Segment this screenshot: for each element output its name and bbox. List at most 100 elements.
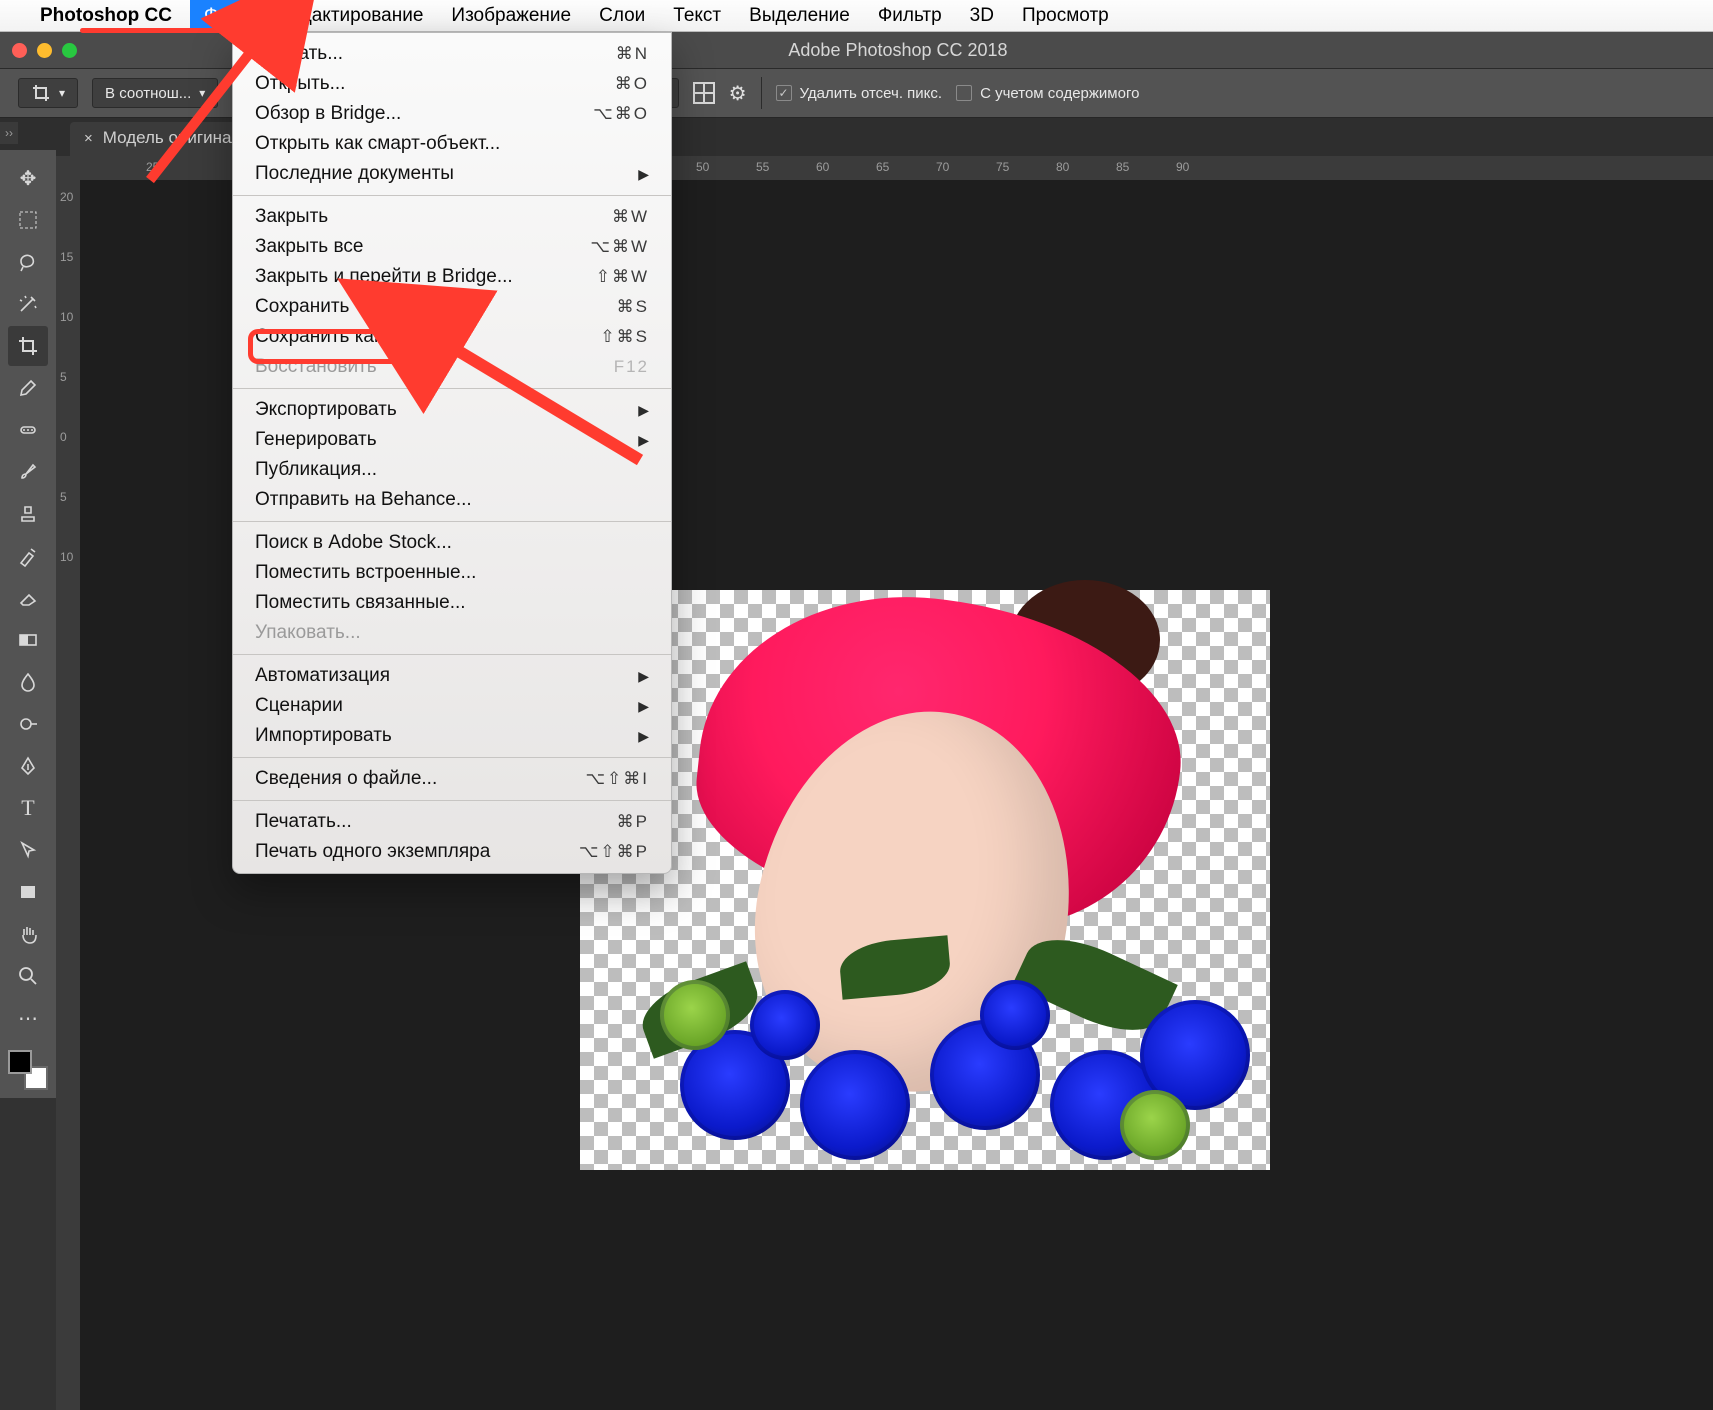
menu-filter[interactable]: Фильтр <box>864 0 956 32</box>
menu-item-shortcut: ⌘S <box>617 297 649 317</box>
image-content <box>600 920 1260 1180</box>
hand-tool[interactable] <box>8 914 48 954</box>
gear-icon[interactable]: ⚙ <box>729 81 747 106</box>
menu-select[interactable]: Выделение <box>735 0 864 32</box>
crop-tool-preset[interactable] <box>18 78 78 108</box>
menu-item[interactable]: Отправить на Behance... <box>233 485 671 515</box>
menu-file[interactable]: Файл <box>190 0 265 32</box>
menu-item[interactable]: Поместить связанные... <box>233 588 671 618</box>
menu-item-shortcut: ⌘P <box>617 812 649 832</box>
fg-bg-swatch[interactable] <box>8 1050 48 1090</box>
traffic-lights <box>12 43 77 58</box>
submenu-arrow-icon: ▶ <box>638 166 649 183</box>
dodge-tool[interactable] <box>8 704 48 744</box>
menu-item-shortcut: ⌥⌘O <box>593 104 649 124</box>
menu-item-label: Печатать... <box>255 811 352 833</box>
menu-item[interactable]: Поместить встроенные... <box>233 558 671 588</box>
menu-item-label: Импортировать <box>255 725 392 747</box>
close-window-icon[interactable] <box>12 43 27 58</box>
menu-item[interactable]: Поиск в Adobe Stock... <box>233 528 671 558</box>
blur-tool[interactable] <box>8 662 48 702</box>
more-tools-icon[interactable]: ⋯ <box>8 998 48 1038</box>
submenu-arrow-icon: ▶ <box>638 728 649 745</box>
zoom-tool[interactable] <box>8 956 48 996</box>
menu-item-label: Сведения о файле... <box>255 768 437 790</box>
path-select-tool[interactable] <box>8 830 48 870</box>
panel-handle-icon[interactable]: ›› <box>0 122 18 144</box>
menu-item-label: Печать одного экземпляра <box>255 841 490 863</box>
menu-item[interactable]: Печатать... ⌘P <box>233 807 671 837</box>
menu-item-shortcut: ⌥⇧⌘I <box>585 769 649 789</box>
menu-item-label: Закрыть и перейти в Bridge... <box>255 266 513 288</box>
move-tool[interactable]: ✥ <box>8 158 48 198</box>
menu-item-label: Публикация... <box>255 459 377 481</box>
menu-item[interactable]: Открыть как смарт-объект... <box>233 129 671 159</box>
menu-text[interactable]: Текст <box>659 0 735 32</box>
eraser-tool[interactable] <box>8 578 48 618</box>
lasso-tool[interactable] <box>8 242 48 282</box>
menu-item[interactable]: Сохранить как...⇧⌘S <box>233 322 671 352</box>
rectangle-tool[interactable] <box>8 872 48 912</box>
history-brush-tool[interactable] <box>8 536 48 576</box>
menu-item[interactable]: Экспортировать▶ <box>233 395 671 425</box>
brush-tool[interactable] <box>8 452 48 492</box>
menu-item[interactable]: Открыть...⌘O <box>233 69 671 99</box>
gradient-tool[interactable] <box>8 620 48 660</box>
content-aware-checkbox[interactable]: С учетом содержимого <box>956 85 1139 102</box>
menu-layers[interactable]: Слои <box>585 0 659 32</box>
menu-item[interactable]: Закрыть⌘W <box>233 202 671 232</box>
menu-item-label: Упаковать... <box>255 622 361 644</box>
close-tab-icon[interactable]: × <box>84 130 93 147</box>
menu-item: Упаковать... <box>233 618 671 648</box>
marquee-tool[interactable] <box>8 200 48 240</box>
delete-cropped-checkbox[interactable]: ✓Удалить отсеч. пикс. <box>776 85 943 102</box>
menu-item-label: Сохранить <box>255 296 349 318</box>
menu-item[interactable]: Последние документы▶ <box>233 159 671 189</box>
document-canvas[interactable] <box>580 590 1270 1170</box>
menu-item-label: Поиск в Adobe Stock... <box>255 532 452 554</box>
menu-item-label: Автоматизация <box>255 665 390 687</box>
menu-item[interactable]: Печать одного экземпляра⌥⇧⌘P <box>233 837 671 867</box>
menu-item-label: Поместить встроенные... <box>255 562 476 584</box>
separator <box>761 77 762 109</box>
menu-image[interactable]: Изображение <box>437 0 585 32</box>
pen-tool[interactable] <box>8 746 48 786</box>
ruler-vertical[interactable]: 20 15 10 5 0 5 10 <box>56 180 80 1410</box>
menu-view[interactable]: Просмотр <box>1008 0 1123 32</box>
menu-item[interactable]: Закрыть и перейти в Bridge... ⇧⌘W <box>233 262 671 292</box>
submenu-arrow-icon: ▶ <box>638 402 649 419</box>
menu-item-shortcut: ⌘N <box>616 44 649 64</box>
type-tool[interactable]: T <box>8 788 48 828</box>
menu-item-label: Генерировать <box>255 429 377 451</box>
menu-item-shortcut: ⇧⌘S <box>600 327 649 347</box>
menu-item-shortcut: ⌥⌘W <box>590 237 649 257</box>
ratio-combo[interactable]: В соотнош... <box>92 78 218 108</box>
menu-item[interactable]: Создать...⌘N <box>233 39 671 69</box>
menu-item-label: Отправить на Behance... <box>255 489 472 511</box>
document-tab[interactable]: × Модель оригинал <box>70 122 255 156</box>
submenu-arrow-icon: ▶ <box>638 668 649 685</box>
menu-item[interactable]: Сценарии▶ <box>233 691 671 721</box>
menu-3d[interactable]: 3D <box>956 0 1008 32</box>
menu-item[interactable]: Публикация... <box>233 455 671 485</box>
app-name: Photoshop CC <box>40 5 172 27</box>
menu-item[interactable]: Генерировать▶ <box>233 425 671 455</box>
toolbox: ✥ T ⋯ <box>0 150 56 1098</box>
menu-item[interactable]: Обзор в Bridge...⌥⌘O <box>233 99 671 129</box>
menu-item[interactable]: Сведения о файле... ⌥⇧⌘I <box>233 764 671 794</box>
eyedropper-tool[interactable] <box>8 368 48 408</box>
menu-item[interactable]: Импортировать ▶ <box>233 721 671 751</box>
overlay-grid-icon[interactable] <box>693 82 715 104</box>
magic-wand-tool[interactable] <box>8 284 48 324</box>
menu-item-shortcut: ⇧⌘W <box>596 267 649 287</box>
minimize-window-icon[interactable] <box>37 43 52 58</box>
crop-tool[interactable] <box>8 326 48 366</box>
menu-item[interactable]: Закрыть все⌥⌘W <box>233 232 671 262</box>
zoom-window-icon[interactable] <box>62 43 77 58</box>
menu-item[interactable]: Сохранить ⌘S <box>233 292 671 322</box>
healing-tool[interactable] <box>8 410 48 450</box>
menu-item-label: Сценарии <box>255 695 343 717</box>
menu-item[interactable]: Автоматизация ▶ <box>233 661 671 691</box>
menu-edit[interactable]: Редактирование <box>265 0 438 32</box>
stamp-tool[interactable] <box>8 494 48 534</box>
